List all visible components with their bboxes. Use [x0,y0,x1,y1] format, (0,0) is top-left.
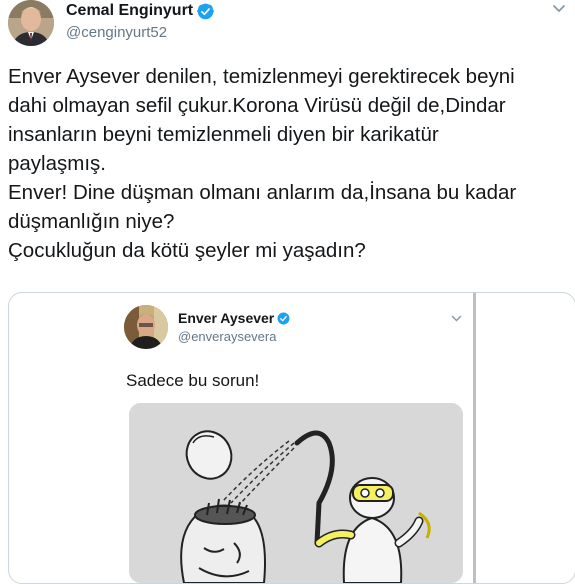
embedded-author-name-text: Enver Aysever [178,310,275,326]
embedded-tweet-text: Sadece bu sorun! [126,371,260,390]
tweet-media-image[interactable]: Enver Aysever @enveraysevera Sadece bu s… [8,292,575,584]
tweet-text-line: Çocukluğun da kötü şeyler mi yaşadın? [8,239,366,262]
tweet-text-line: Enver Aysever denilen, temizlenmeyi gere… [8,65,515,88]
author-name[interactable]: Cemal Enginyurt [66,2,215,20]
chevron-down-icon [451,315,462,322]
tweet-text: Enver Aysever denilen, temizlenmeyi gere… [8,62,568,265]
tweet-text-line: dahi olmayan sefil çukur.Korona Virüsü d… [8,94,506,117]
chevron-down-icon[interactable] [552,4,566,14]
verified-badge-icon [197,3,215,19]
cartoon-image [129,403,463,583]
tweet-text-line: insanların beyni temizlenmeli diyen bir … [8,123,439,146]
author-avatar[interactable] [8,0,54,46]
verified-badge-icon [277,312,290,324]
divider [473,293,476,583]
tweet: Cemal Enginyurt @cenginyurt52 Enver Ayse… [0,0,575,584]
embedded-author-name: Enver Aysever [178,310,290,326]
author-name-text[interactable]: Cemal Enginyurt [66,2,193,20]
tweet-text-line: düşmanlığın niye? [8,210,175,233]
embedded-author-handle: @enveraysevera [178,329,277,344]
embedded-author-avatar [124,305,168,349]
embedded-tweet-screenshot: Enver Aysever @enveraysevera Sadece bu s… [112,293,472,583]
tweet-text-line: paylaşmış. [8,152,106,175]
author-handle[interactable]: @cenginyurt52 [66,24,167,41]
tweet-text-line: Enver! Dine düşman olmanı anlarım da,İns… [8,181,517,204]
